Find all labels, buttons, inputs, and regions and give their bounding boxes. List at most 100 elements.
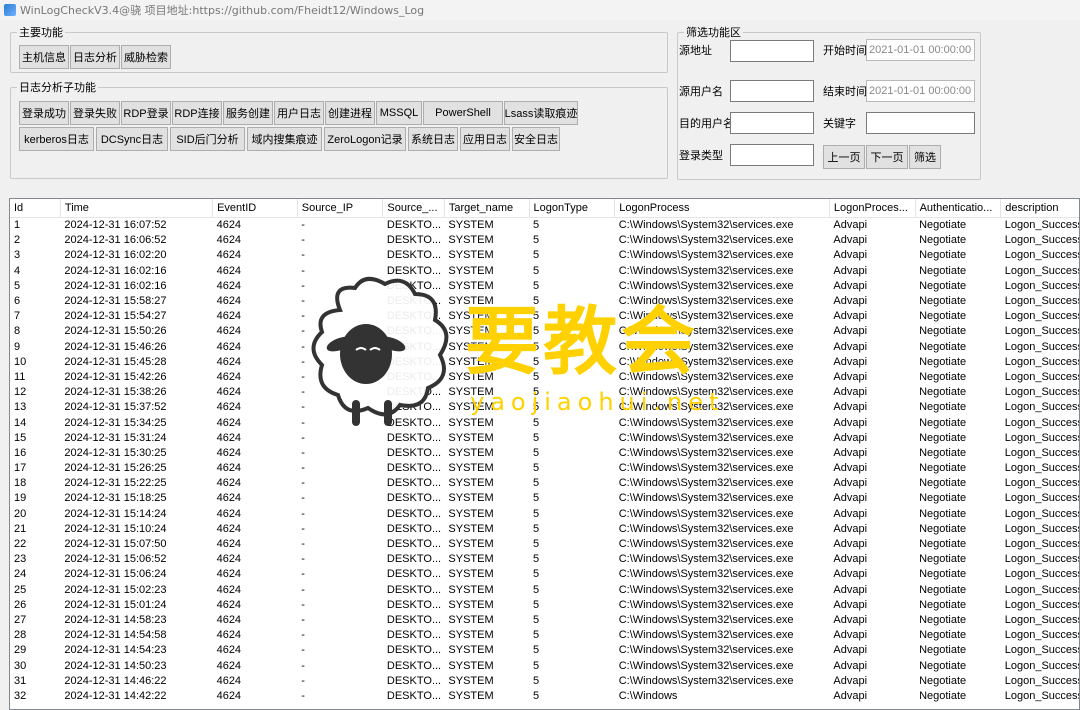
prev-page-button[interactable]: 上一页 xyxy=(823,145,865,169)
table-row[interactable]: 4 2024-12-31 16:02:16 4624 - DESKTO... SYSTEM… xyxy=(10,264,1079,279)
rdp-connect-button[interactable]: RDP连接 xyxy=(172,101,222,125)
column-header-source-ip[interactable]: Source_IP xyxy=(297,199,384,218)
table-row[interactable]: 16 2024-12-31 15:30:25 4624 - DESKTO... SYSTE… xyxy=(10,446,1079,461)
cell-time: 2024-12-31 16:02:20 xyxy=(64,249,167,262)
cell-logon-process: C:\Windows\System32\services.exe xyxy=(618,234,794,247)
table-row[interactable]: 15 2024-12-31 15:31:24 4624 - DESKTO... SYSTE… xyxy=(10,431,1079,446)
cell-logon-process: C:\Windows\System32\services.exe xyxy=(618,219,794,232)
log-table[interactable]: Id Time EventID Source_IP Source_... Tar… xyxy=(9,198,1080,710)
cell-logon-process-name: Advapi xyxy=(833,446,868,459)
cell-logon-process-name: Advapi xyxy=(833,629,868,642)
table-row[interactable]: 13 2024-12-31 15:37:52 4624 - DESKTO... SYSTE… xyxy=(10,400,1079,415)
end-time-input[interactable] xyxy=(866,80,975,102)
service-create-button[interactable]: 服务创建 xyxy=(223,101,273,125)
column-header-target-name[interactable]: Target_name xyxy=(444,199,530,218)
table-row[interactable]: 17 2024-12-31 15:26:25 4624 - DESKTO... SYSTE… xyxy=(10,461,1079,476)
table-row[interactable]: 5 2024-12-31 16:02:16 4624 - DESKTO... SYSTEM… xyxy=(10,279,1079,294)
user-log-button[interactable]: 用户日志 xyxy=(274,101,324,125)
cell-logon-process: C:\Windows\System32\services.exe xyxy=(618,401,794,414)
table-row[interactable]: 28 2024-12-31 14:54:58 4624 - DESKTO... SYSTE… xyxy=(10,628,1079,643)
cell-logon-type: 5 xyxy=(533,674,540,687)
table-row[interactable]: 24 2024-12-31 15:06:24 4624 - DESKTO... SYSTE… xyxy=(10,567,1079,582)
cell-id: 3 xyxy=(14,249,21,262)
cell-target-name: SYSTEM xyxy=(448,386,494,399)
table-row[interactable]: 8 2024-12-31 15:50:26 4624 - DESKTO... SYSTEM… xyxy=(10,324,1079,339)
lsass-read-button[interactable]: Lsass读取痕迹 xyxy=(504,101,578,125)
column-header-description[interactable]: description xyxy=(1000,199,1079,218)
source-addr-input[interactable] xyxy=(730,40,814,62)
cell-target-name: SYSTEM xyxy=(448,507,494,520)
app-log-button[interactable]: 应用日志 xyxy=(460,127,510,151)
kerberos-log-button[interactable]: kerberos日志 xyxy=(19,127,94,151)
column-header-logon-process[interactable]: LogonProcess xyxy=(614,199,830,218)
rdp-logon-button[interactable]: RDP登录 xyxy=(121,101,171,125)
next-page-button[interactable]: 下一页 xyxy=(866,145,908,169)
table-row[interactable]: 20 2024-12-31 15:14:24 4624 - DESKTO... SYSTE… xyxy=(10,507,1079,522)
table-row[interactable]: 2 2024-12-31 16:06:52 4624 - DESKTO... SYSTEM… xyxy=(10,233,1079,248)
table-row[interactable]: 27 2024-12-31 14:58:23 4624 - DESKTO... SYSTE… xyxy=(10,613,1079,628)
table-row[interactable]: 14 2024-12-31 15:34:25 4624 - DESKTO... SYSTE… xyxy=(10,415,1079,430)
threat-search-button[interactable]: 威胁检索 xyxy=(121,45,171,69)
cell-description: Logon_Success xyxy=(1004,583,1080,596)
table-row[interactable]: 32 2024-12-31 14:42:22 4624 - DESKTO... SYSTE… xyxy=(10,689,1079,704)
mssql-button[interactable]: MSSQL xyxy=(376,101,422,125)
cell-eventid: 4624 xyxy=(216,249,242,262)
table-row[interactable]: 29 2024-12-31 14:54:23 4624 - DESKTO... SYSTE… xyxy=(10,643,1079,658)
column-header-source-host[interactable]: Source_... xyxy=(382,199,445,218)
logon-fail-button[interactable]: 登录失败 xyxy=(70,101,120,125)
cell-time: 2024-12-31 15:26:25 xyxy=(64,462,167,475)
logon-type-input[interactable] xyxy=(730,144,814,166)
security-log-button[interactable]: 安全日志 xyxy=(512,127,560,151)
table-row[interactable]: 7 2024-12-31 15:54:27 4624 - DESKTO... SYSTEM… xyxy=(10,309,1079,324)
table-row[interactable]: 3 2024-12-31 16:02:20 4624 - DESKTO... SYSTEM… xyxy=(10,248,1079,263)
host-info-button[interactable]: 主机信息 xyxy=(19,45,69,69)
table-row[interactable]: 26 2024-12-31 15:01:24 4624 - DESKTO... SYSTE… xyxy=(10,598,1079,613)
cell-authentication: Negotiate xyxy=(919,553,967,566)
source-user-input[interactable] xyxy=(730,80,814,102)
keyword-input[interactable] xyxy=(866,112,975,134)
powershell-button[interactable]: PowerShell xyxy=(423,101,503,125)
target-user-input[interactable] xyxy=(730,112,814,134)
domain-collect-button[interactable]: 域内搜集痕迹 xyxy=(247,127,322,151)
cell-logon-type: 5 xyxy=(533,219,540,232)
table-row[interactable]: 31 2024-12-31 14:46:22 4624 - DESKTO... SYSTE… xyxy=(10,674,1079,689)
table-row[interactable]: 22 2024-12-31 15:07:50 4624 - DESKTO... SYSTE… xyxy=(10,537,1079,552)
column-header-logon-process-name[interactable]: LogonProces... xyxy=(829,199,916,218)
cell-target-name: SYSTEM xyxy=(448,613,494,626)
log-analysis-button[interactable]: 日志分析 xyxy=(70,45,120,69)
cell-logon-type: 5 xyxy=(533,249,540,262)
cell-source-host: DESKTO... xyxy=(386,538,442,551)
system-log-button[interactable]: 系统日志 xyxy=(408,127,458,151)
logon-success-button[interactable]: 登录成功 xyxy=(19,101,69,125)
cell-eventid: 4624 xyxy=(216,553,242,566)
table-row[interactable]: 10 2024-12-31 15:45:28 4624 - DESKTO... SYSTE… xyxy=(10,355,1079,370)
table-row[interactable]: 25 2024-12-31 15:02:23 4624 - DESKTO... SYSTE… xyxy=(10,583,1080,598)
sid-backdoor-button[interactable]: SID后门分析 xyxy=(170,127,245,151)
table-row[interactable]: 9 2024-12-31 15:46:26 4624 - DESKTO... SYSTEM… xyxy=(10,340,1079,355)
table-row[interactable]: 6 2024-12-31 15:58:27 4624 - DESKTO... SYSTEM… xyxy=(10,294,1079,309)
cell-description: Logon_Success xyxy=(1004,553,1080,566)
column-header-authentication[interactable]: Authenticatio... xyxy=(915,199,1002,218)
table-row[interactable]: 30 2024-12-31 14:50:23 4624 - DESKTO... SYSTE… xyxy=(10,658,1079,673)
column-header-logon-type[interactable]: LogonType xyxy=(529,199,616,218)
column-header-eventid[interactable]: EventID xyxy=(212,199,298,218)
table-row[interactable]: 11 2024-12-31 15:42:26 4624 - DESKTO... SYSTE… xyxy=(10,370,1080,385)
dcsync-log-button[interactable]: DCSync日志 xyxy=(96,127,168,151)
cell-description: Logon_Success xyxy=(1004,370,1080,383)
cell-authentication: Negotiate xyxy=(919,659,967,672)
cell-source-ip: - xyxy=(301,492,305,505)
create-process-button[interactable]: 创建进程 xyxy=(325,101,375,125)
column-header-time[interactable]: Time xyxy=(60,199,214,218)
table-row[interactable]: 23 2024-12-31 15:06:52 4624 - DESKTO... SYSTE… xyxy=(10,552,1080,567)
table-row[interactable]: 12 2024-12-31 15:38:26 4624 - DESKTO... SYSTE… xyxy=(10,385,1079,400)
table-row[interactable]: 19 2024-12-31 15:18:25 4624 - DESKTO... SYSTE… xyxy=(10,491,1080,506)
start-time-input[interactable] xyxy=(866,39,975,61)
zerologon-button[interactable]: ZeroLogon记录 xyxy=(324,127,406,151)
column-header-id[interactable]: Id xyxy=(10,199,61,218)
table-row[interactable]: 1 2024-12-31 16:07:52 4624 - DESKTO... SYSTEM… xyxy=(10,218,1079,234)
filter-button[interactable]: 筛选 xyxy=(909,145,941,169)
table-row[interactable]: 21 2024-12-31 15:10:24 4624 - DESKTO... SYSTE… xyxy=(10,522,1079,537)
cell-description: Logon_Success xyxy=(1004,492,1080,505)
table-row[interactable]: 18 2024-12-31 15:22:25 4624 - DESKTO... SYSTE… xyxy=(10,476,1079,491)
cell-time: 2024-12-31 15:22:25 xyxy=(64,477,167,490)
